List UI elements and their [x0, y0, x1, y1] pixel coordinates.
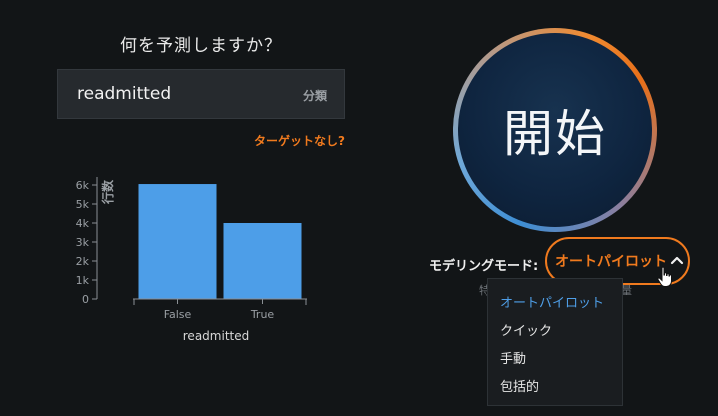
y-tick-label: 1k	[76, 274, 90, 287]
hand-pointer-icon	[657, 266, 672, 287]
bar-false[interactable]	[138, 184, 217, 299]
prediction-question: 何を予測しますか？	[120, 36, 282, 56]
x-tick-label: True	[250, 308, 275, 321]
chart-bars	[138, 184, 302, 299]
start-button-ring: 開始	[453, 28, 657, 232]
no-target-link[interactable]: ターゲットなし?	[254, 132, 345, 149]
target-feature-value: readmitted	[77, 84, 172, 104]
bar-true[interactable]	[223, 223, 302, 299]
mode-option-comprehensive[interactable]: 包括的	[500, 376, 539, 395]
mode-option-manual[interactable]: 手動	[500, 348, 526, 367]
x-tick-label: False	[164, 308, 192, 321]
y-tick-label: 5k	[76, 198, 90, 211]
y-axis-label: 行数	[100, 179, 115, 205]
y-tick-label: 6k	[76, 179, 90, 192]
y-tick-label: 2k	[76, 255, 90, 268]
modeling-mode-dropdown: オートパイロット クイック 手動 包括的	[487, 278, 623, 406]
target-type-badge: 分類	[302, 89, 327, 103]
start-button[interactable]: 開始	[458, 33, 652, 227]
x-axis: False True	[133, 298, 307, 321]
modeling-mode-value: オートパイロット	[555, 254, 667, 270]
autopilot-start-page: 何を予測しますか？ readmitted 分類 ターゲットなし? 0 1k 2k 3k…	[0, 0, 718, 416]
mode-option-quick[interactable]: クイック	[500, 320, 552, 339]
x-axis-label: readmitted	[183, 329, 249, 343]
mode-option-autopilot[interactable]: オートパイロット	[500, 292, 604, 311]
target-feature-field[interactable]: readmitted 分類	[57, 69, 345, 119]
chevron-up-icon	[670, 256, 684, 265]
y-axis: 0 1k 2k 3k 4k 5k 6k	[76, 177, 98, 306]
y-tick-label: 0	[82, 293, 89, 306]
y-tick-label: 4k	[76, 217, 90, 230]
modeling-mode-label: モデリングモード:	[429, 259, 539, 274]
start-button-label: 開始	[503, 105, 607, 163]
target-distribution-chart: 0 1k 2k 3k 4k 5k 6k False True 行数 readmitted	[76, 177, 307, 343]
y-tick-label: 3k	[76, 236, 90, 249]
